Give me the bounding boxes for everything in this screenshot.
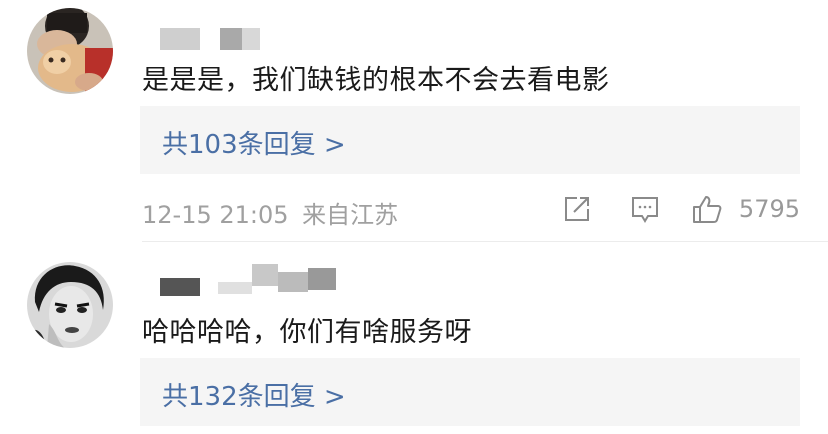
like-count: 5795 — [738, 195, 800, 223]
username[interactable] — [160, 28, 280, 54]
share-icon[interactable] — [560, 192, 594, 226]
username-blur — [242, 28, 260, 50]
username-blur — [278, 272, 308, 292]
comment-text: 是是是，我们缺钱的根本不会去看电影 — [142, 65, 610, 96]
comment-location: 来自江苏 — [302, 201, 399, 229]
username[interactable] — [160, 264, 350, 296]
reply-count-link[interactable]: 共103条回复 > — [162, 124, 346, 161]
avatar[interactable] — [27, 262, 113, 348]
comment-meta: 12-15 21:05 来自江苏 — [142, 195, 398, 230]
like-icon[interactable] — [690, 192, 724, 226]
comment-time: 12-15 21:05 — [142, 201, 289, 229]
username-blur — [160, 278, 200, 296]
username-blur — [220, 28, 242, 50]
comment-item: 哈哈哈哈，你们有啥服务呀 共132条回复 > — [0, 250, 828, 434]
username-blur — [252, 264, 278, 286]
comment-item: 是是是，我们缺钱的根本不会去看电影 共103条回复 > 12-15 21:05 … — [0, 0, 828, 240]
comment-icon[interactable] — [628, 192, 662, 226]
comment-text: 哈哈哈哈，你们有啥服务呀 — [142, 317, 472, 348]
username-blur — [160, 28, 200, 50]
username-blur — [308, 268, 336, 290]
avatar[interactable] — [27, 8, 113, 94]
reply-box[interactable]: 共103条回复 > — [140, 106, 800, 174]
divider — [142, 241, 828, 242]
reply-count-link[interactable]: 共132条回复 > — [162, 376, 346, 413]
username-blur — [218, 282, 252, 294]
comment-actions: 5795 — [560, 192, 800, 232]
reply-box[interactable]: 共132条回复 > — [140, 358, 800, 426]
